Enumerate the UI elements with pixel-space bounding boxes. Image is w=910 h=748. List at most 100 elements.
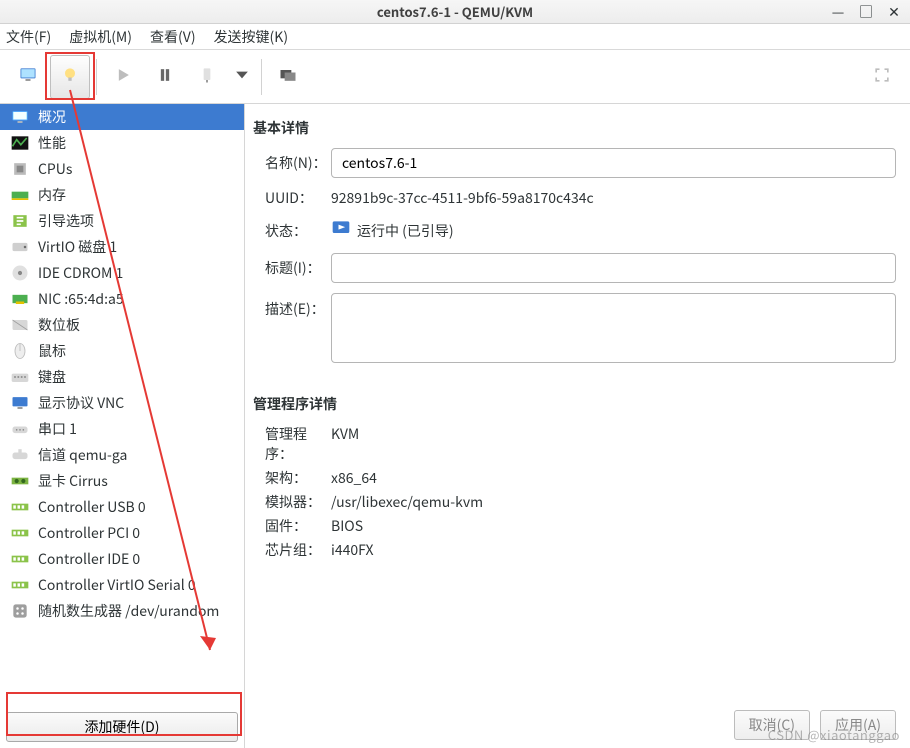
sidebar-item[interactable]: 串口 1 (0, 416, 244, 442)
window-maximize-button[interactable]: □ (858, 4, 874, 20)
sidebar-item-label: CPUs (38, 159, 72, 179)
desc-input[interactable] (331, 293, 896, 363)
hardware-sidebar: 概况性能 CPUs 内存引导选项 VirtIO 磁盘 1 IDE CDROM 1 NIC … (0, 104, 245, 748)
sidebar-item[interactable]: IDE CDROM 1 (0, 260, 244, 286)
sidebar-item[interactable]: NIC :65:4d:a5 (0, 286, 244, 312)
ram-icon (10, 186, 30, 204)
sidebar-item-label: 信道 qemu-ga (38, 445, 127, 465)
window-minimize-button[interactable]: — (830, 4, 846, 20)
sidebar-item-label: Controller USB 0 (38, 497, 146, 517)
sidebar-item[interactable]: Controller VirtIO Serial 0 (0, 572, 244, 598)
add-hardware-button[interactable]: 添加硬件(D) (6, 712, 238, 742)
shutdown-button[interactable] (187, 55, 227, 99)
sidebar-item-label: 键盘 (38, 367, 66, 387)
hv-emu-value: /usr/libexec/qemu-kvm (331, 492, 483, 512)
hypervisor-details-title: 管理程序详情 (253, 394, 896, 414)
sidebar-item-label: 内存 (38, 185, 66, 205)
state-label: 状态： (253, 221, 331, 241)
sidebar-item[interactable]: Controller USB 0 (0, 494, 244, 520)
snapshots-button[interactable] (268, 55, 308, 99)
window-titlebar: centos7.6-1 - QEMU/KVM — □ ✕ (0, 0, 910, 24)
toolbar-separator (96, 59, 97, 95)
tablet-icon (10, 316, 30, 334)
details-pane: 基本详情 名称(N)： UUID： 92891b9c-37cc-4511-9bf… (245, 104, 910, 748)
run-button[interactable] (103, 55, 143, 99)
hv-arch-value: x86_64 (331, 468, 377, 488)
sidebar-item[interactable]: 性能 (0, 130, 244, 156)
sidebar-item-label: 性能 (38, 133, 66, 153)
monitor-icon (10, 108, 30, 126)
sidebar-item[interactable]: 概况 (0, 104, 244, 130)
hv-arch-label: 架构： (253, 468, 331, 488)
sidebar-item-label: 显示协议 VNC (38, 393, 124, 413)
chart-icon (10, 134, 30, 152)
uuid-label: UUID： (253, 188, 331, 208)
sidebar-item[interactable]: 键盘 (0, 364, 244, 390)
mouse-icon (10, 342, 30, 360)
window-title: centos7.6-1 - QEMU/KVM (0, 2, 910, 21)
sidebar-item[interactable]: CPUs (0, 156, 244, 182)
hv-chip-label: 芯片组： (253, 540, 331, 560)
sidebar-item-label: 引导选项 (38, 211, 94, 231)
hv-mgr-value: KVM (331, 424, 359, 464)
watermark: CSDN @xiaotanggao (768, 725, 900, 744)
sidebar-item[interactable]: VirtIO 磁盘 1 (0, 234, 244, 260)
menu-file[interactable]: 文件(F) (6, 27, 51, 47)
hardware-list[interactable]: 概况性能 CPUs 内存引导选项 VirtIO 磁盘 1 IDE CDROM 1 NIC … (0, 104, 244, 706)
disk-icon (10, 238, 30, 256)
title-input[interactable] (331, 253, 896, 283)
sidebar-item-label: 显卡 Cirrus (38, 471, 108, 491)
display-icon (10, 394, 30, 412)
sidebar-item-label: Controller IDE 0 (38, 549, 140, 569)
cdrom-icon (10, 264, 30, 282)
controller-icon (10, 498, 30, 516)
bulb-icon (60, 65, 80, 89)
sidebar-item[interactable]: 显卡 Cirrus (0, 468, 244, 494)
sidebar-item[interactable]: Controller IDE 0 (0, 546, 244, 572)
hv-chip-value: i440FX (331, 540, 374, 560)
toolbar-separator (261, 59, 262, 95)
menu-send[interactable]: 发送按键(K) (214, 27, 289, 47)
fullscreen-button[interactable] (862, 55, 902, 99)
channel-icon (10, 446, 30, 464)
serial-icon (10, 420, 30, 438)
sidebar-item[interactable]: 数位板 (0, 312, 244, 338)
nic-icon (10, 290, 30, 308)
details-button[interactable] (50, 55, 90, 99)
window-close-button[interactable]: ✕ (886, 4, 902, 20)
sidebar-item[interactable]: 显示协议 VNC (0, 390, 244, 416)
sidebar-item-label: 概况 (38, 107, 66, 127)
sidebar-item[interactable]: 鼠标 (0, 338, 244, 364)
menu-view[interactable]: 查看(V) (150, 27, 196, 47)
controller-icon (10, 576, 30, 594)
pause-icon (155, 65, 175, 89)
rng-icon (10, 602, 30, 620)
hv-emu-label: 模拟器： (253, 492, 331, 512)
toolbar (0, 50, 910, 104)
sidebar-item-label: 串口 1 (38, 419, 77, 439)
chevron-down-icon (232, 65, 252, 89)
sidebar-item[interactable]: 引导选项 (0, 208, 244, 234)
sidebar-item[interactable]: Controller PCI 0 (0, 520, 244, 546)
monitor-icon (18, 65, 38, 89)
sidebar-item[interactable]: 内存 (0, 182, 244, 208)
name-input[interactable] (331, 148, 896, 178)
sidebar-item-label: Controller PCI 0 (38, 523, 140, 543)
shutdown-menu-button[interactable] (229, 55, 255, 99)
pause-button[interactable] (145, 55, 185, 99)
state-value: 运行中 (已引导) (357, 221, 454, 241)
keyboard-icon (10, 368, 30, 386)
sidebar-item-label: 鼠标 (38, 341, 66, 361)
sidebar-item-label: 数位板 (38, 315, 80, 335)
hv-fw-value: BIOS (331, 516, 363, 536)
desc-label: 描述(E)： (253, 293, 331, 319)
sidebar-item[interactable]: 随机数生成器 /dev/urandom (0, 598, 244, 624)
menu-vm[interactable]: 虚拟机(M) (69, 27, 132, 47)
console-button[interactable] (8, 55, 48, 99)
hv-mgr-label: 管理程序： (253, 424, 331, 464)
sidebar-item-label: IDE CDROM 1 (38, 263, 123, 283)
sidebar-item-label: 随机数生成器 /dev/urandom (38, 601, 219, 621)
sidebar-item[interactable]: 信道 qemu-ga (0, 442, 244, 468)
title-label: 标题(I)： (253, 258, 331, 278)
boot-icon (10, 212, 30, 230)
